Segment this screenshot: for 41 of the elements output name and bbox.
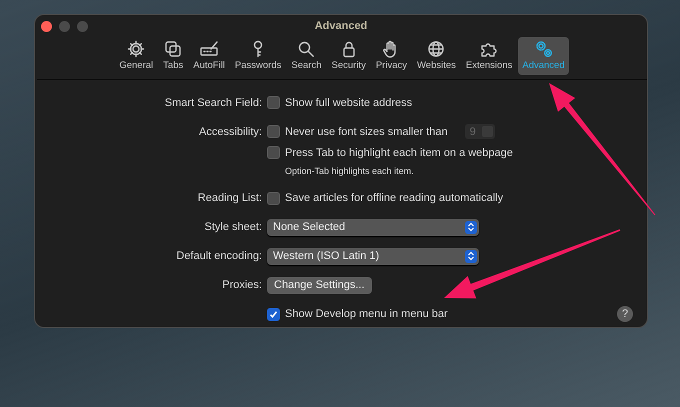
setting-label: Default encoding: [176, 250, 262, 262]
hint-text: Option-Tab highlights each item. [284, 164, 415, 178]
checkbox[interactable] [267, 308, 280, 321]
toolbar-tab[interactable]: Tabs [159, 36, 188, 75]
gears-icon [534, 38, 554, 58]
toolbar-tab[interactable]: Extensions [462, 36, 516, 75]
popup-menu[interactable]: Western (ISO Latin 1) [267, 248, 479, 265]
toolbar-tab[interactable]: Privacy [372, 36, 411, 75]
toolbar-tab[interactable]: Passwords [230, 36, 286, 75]
tabs-icon [163, 38, 184, 58]
checkbox-label: Never use font sizes smaller than [285, 124, 448, 140]
setting-label: Style sheet: [204, 221, 262, 234]
checkbox[interactable] [267, 125, 280, 138]
pencil-field-icon [199, 38, 220, 58]
checkbox-label: Show full website address [285, 96, 412, 110]
checkbox[interactable] [267, 192, 280, 205]
setting-label: Proxies: [222, 279, 262, 292]
globe-icon [426, 38, 446, 58]
gear-icon [126, 38, 146, 58]
minimize-button[interactable] [59, 21, 70, 32]
close-button[interactable] [41, 21, 52, 32]
checkbox-label: Show Develop menu in menu bar [285, 307, 448, 322]
checkbox-label: Press Tab to highlight each item on a webpage [285, 146, 513, 160]
setting-label: Accessibility: [199, 126, 262, 138]
up-down-arrows-icon [465, 220, 477, 234]
setting-label: Reading List: [198, 192, 262, 204]
toolbar-tab[interactable]: General [115, 36, 158, 75]
help-button[interactable]: ? [617, 306, 633, 322]
checkbox[interactable] [267, 96, 280, 110]
up-down-arrows-icon [465, 250, 477, 263]
change-settings-button[interactable]: Change Settings... [267, 276, 372, 294]
toolbar-tab[interactable]: AutoFill [189, 36, 229, 75]
toolbar-tab[interactable]: Websites [412, 36, 460, 75]
checkbox[interactable] [267, 146, 280, 160]
toolbar-tab[interactable]: Security [328, 36, 370, 75]
toolbar-tab[interactable]: Search [287, 36, 326, 75]
setting-label: Smart Search Field: [164, 96, 262, 109]
checkbox-label: Save articles for offline reading automatically [285, 191, 504, 206]
popup-menu[interactable]: None Selected [267, 218, 479, 236]
zoom-button[interactable] [77, 21, 88, 32]
window-title: Advanced [314, 20, 368, 32]
